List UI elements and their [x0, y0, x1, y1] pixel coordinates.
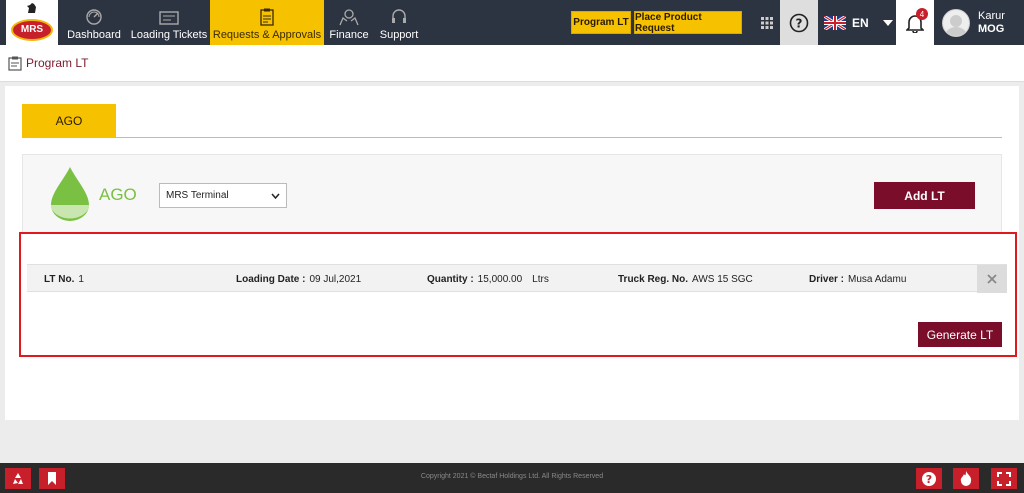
ticket-icon [159, 11, 179, 25]
question-circle-icon: ? [922, 471, 936, 486]
quantity-cell: Quantity : 15,000.00 Ltrs [427, 265, 549, 293]
avatar [942, 8, 970, 37]
fuel-drop-icon [51, 167, 89, 221]
lt-no-cell: LT No. 1 [44, 265, 84, 293]
tab-ago[interactable]: AGO [22, 104, 116, 138]
product-panel: AGO MRS Terminal Add LT [22, 154, 1002, 234]
program-lt-icon [8, 56, 22, 71]
nav-requests-approvals[interactable]: Requests & Approvals [210, 0, 324, 45]
nav-loading-tickets-label: Loading Tickets [130, 29, 208, 41]
generate-lt-button[interactable]: Generate LT [918, 322, 1002, 347]
lt-no-value: 1 [78, 273, 84, 285]
dashboard-icon [86, 9, 102, 25]
apps-grid-button[interactable] [754, 0, 780, 45]
footer-bar: Copyright 2021 © Bectaf Holdings Ltd. Al… [0, 463, 1024, 493]
nav-requests-approvals-label: Requests & Approvals [212, 29, 322, 41]
place-product-request-button[interactable]: Place Product Request [634, 11, 742, 34]
loading-date-label: Loading Date : [236, 273, 306, 285]
fullscreen-button[interactable] [991, 468, 1017, 489]
program-lt-card: AGO AGO MRS Terminal Add LT LT No. 1 Loa… [5, 86, 1019, 420]
terminal-select[interactable]: MRS Terminal [159, 183, 287, 208]
help-button[interactable]: ? [780, 0, 818, 45]
loading-date-value: 09 Jul,2021 [309, 273, 362, 285]
caret-down-icon [882, 19, 893, 26]
expand-icon [997, 471, 1011, 486]
chevron-down-icon [271, 193, 280, 199]
nav-support-label: Support [379, 29, 419, 41]
remove-lt-button[interactable] [977, 265, 1007, 293]
user-silhouette-icon [945, 14, 967, 36]
close-icon [987, 274, 997, 284]
footer-help-button[interactable]: ? [916, 468, 942, 489]
copyright-text: Copyright 2021 © Bectaf Holdings Ltd. Al… [420, 473, 604, 480]
breadcrumb: Program LT [0, 45, 1024, 82]
nav-dashboard[interactable]: Dashboard [62, 0, 126, 45]
language-label: EN [852, 15, 869, 30]
truck-reg-label: Truck Reg. No. [618, 273, 689, 285]
flame-icon [960, 471, 972, 486]
headset-icon [392, 9, 406, 23]
nav-support[interactable]: Support [376, 0, 422, 45]
notification-count-badge: 4 [916, 8, 928, 20]
truck-reg-cell: Truck Reg. No. AWS 15 SGC [618, 265, 753, 293]
flame-button[interactable] [953, 468, 979, 489]
add-lt-button[interactable]: Add LT [874, 182, 975, 209]
uk-flag-icon [824, 15, 846, 30]
clipboard-icon [260, 8, 274, 26]
lt-no-label: LT No. [44, 273, 75, 285]
svg-text:?: ? [926, 473, 932, 486]
quantity-value: 15,000.00 [477, 273, 523, 285]
horse-icon [27, 3, 36, 13]
lt-row: LT No. 1 Loading Date : 09 Jul,2021 Quan… [27, 264, 1007, 293]
program-lt-button[interactable]: Program LT [571, 11, 631, 34]
loading-date-cell: Loading Date : 09 Jul,2021 [236, 265, 361, 293]
quantity-unit: Ltrs [532, 273, 549, 285]
terminal-selected-value: MRS Terminal [166, 190, 229, 201]
money-hands-icon [339, 9, 359, 26]
nav-finance[interactable]: Finance [326, 0, 372, 45]
user-menu[interactable]: Karur MOG [942, 0, 1005, 45]
svg-text:?: ? [796, 16, 803, 30]
truck-reg-value: AWS 15 SGC [692, 273, 753, 285]
notifications-button[interactable]: 4 [896, 0, 934, 45]
nav-dashboard-label: Dashboard [67, 29, 121, 41]
top-navbar: MRS Dashboard Loading Tickets Requests &… [0, 0, 1024, 45]
mrs-logo[interactable]: MRS [6, 0, 58, 45]
driver-cell: Driver : Musa Adamu [809, 265, 906, 293]
question-icon: ? [789, 13, 809, 32]
page-title: Program LT [26, 56, 89, 70]
driver-label: Driver : [809, 273, 845, 285]
language-selector[interactable]: EN [824, 0, 893, 45]
user-org: MOG [978, 22, 1005, 35]
quantity-label: Quantity : [427, 273, 474, 285]
lt-entry-highlight: LT No. 1 Loading Date : 09 Jul,2021 Quan… [19, 232, 1017, 357]
user-name: Karur [978, 9, 1005, 22]
nav-loading-tickets[interactable]: Loading Tickets [128, 0, 210, 45]
tab-underline [22, 137, 1002, 138]
logo-text: MRS [11, 18, 53, 41]
nav-finance-label: Finance [329, 29, 369, 41]
driver-value: Musa Adamu [848, 273, 907, 285]
product-name: AGO [99, 185, 137, 204]
grid-icon [761, 16, 773, 29]
